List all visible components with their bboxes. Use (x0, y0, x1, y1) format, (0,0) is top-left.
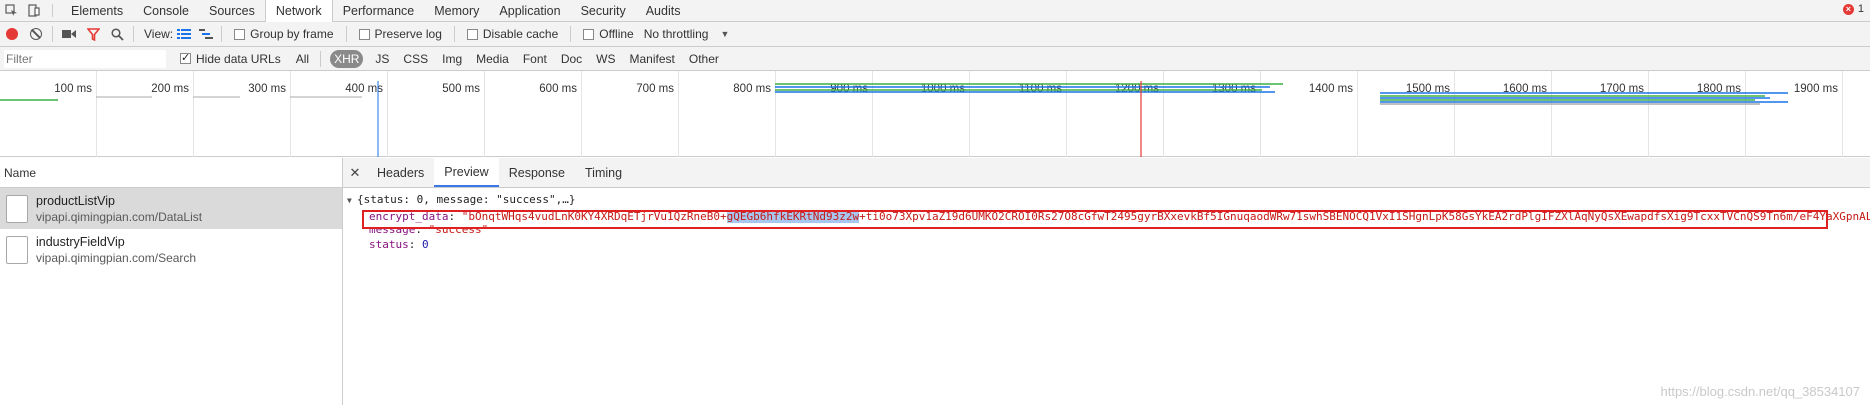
filter-bar: Hide data URLs All XHR JS CSS Img Media … (0, 47, 1870, 71)
detail-tabbar: ✕ Headers Preview Response Timing (343, 158, 1870, 188)
disable-cache-checkbox[interactable]: Disable cache (466, 27, 559, 41)
timeline-overview[interactable]: 100 ms 200 ms 300 ms 400 ms 500 ms 600 m… (0, 71, 1870, 157)
filter-toggle-button[interactable] (81, 22, 105, 47)
tab-application[interactable]: Application (489, 0, 570, 21)
view-label: View: (144, 27, 174, 41)
request-detail-panel: ✕ Headers Preview Response Timing ▼ {stat… (343, 158, 1870, 405)
video-camera-icon (62, 30, 76, 38)
document-icon (6, 194, 28, 223)
disable-cache-label: Disable cache (482, 27, 559, 41)
tab-preview[interactable]: Preview (434, 158, 499, 187)
request-url: vipapi.qimingpian.com/DataList (36, 209, 203, 224)
json-status-line: status: 0 (369, 238, 429, 251)
inspect-element-icon[interactable] (0, 0, 22, 21)
record-button[interactable] (0, 22, 24, 47)
checkbox-box (180, 51, 191, 64)
tab-network[interactable]: Network (264, 0, 333, 22)
filter-type-ws[interactable]: WS (594, 50, 617, 68)
capture-screenshots-button[interactable] (57, 22, 81, 47)
close-icon[interactable]: ✕ (343, 158, 367, 187)
json-root-line[interactable]: ▼ {status: 0, message: "success",…} (347, 192, 1870, 207)
tab-performance[interactable]: Performance (333, 0, 425, 21)
request-row[interactable]: productListVip vipapi.qimingpian.com/Dat… (0, 188, 342, 229)
record-icon (6, 28, 18, 40)
filter-type-js[interactable]: JS (373, 50, 391, 68)
tab-console[interactable]: Console (133, 0, 199, 21)
request-url: vipapi.qimingpian.com/Search (36, 250, 197, 265)
checkbox-box (234, 28, 246, 40)
checkbox-box (466, 28, 478, 40)
highlight-annotation-box (362, 210, 1828, 229)
offline-checkbox[interactable]: Offline (583, 27, 634, 41)
error-icon: × (1842, 3, 1854, 15)
overview-waterfall-icon[interactable] (199, 29, 214, 39)
name-column-header[interactable]: Name (0, 158, 342, 188)
json-key: status (369, 238, 409, 251)
chevron-down-icon[interactable]: ▼ (720, 29, 729, 39)
toolbar-divider (52, 26, 53, 42)
request-row[interactable]: industryFieldVip vipapi.qimingpian.com/S… (0, 229, 342, 270)
filter-type-css[interactable]: CSS (401, 50, 430, 68)
preserve-log-checkbox[interactable]: Preserve log (358, 27, 442, 41)
request-list-panel: Name productListVip vipapi.qimingpian.co… (0, 158, 343, 405)
throttling-select[interactable]: No throttling (644, 27, 709, 41)
filter-type-other[interactable]: Other (687, 50, 721, 68)
filter-type-media[interactable]: Media (474, 50, 511, 68)
device-toolbar-icon[interactable] (22, 0, 44, 21)
filter-type-manifest[interactable]: Manifest (628, 50, 677, 68)
tab-elements[interactable]: Elements (61, 0, 133, 21)
watermark: https://blog.csdn.net/qq_38534107 (1660, 384, 1861, 399)
json-number: 0 (422, 238, 429, 251)
preserve-log-label: Preserve log (374, 27, 442, 41)
filter-type-doc[interactable]: Doc (559, 50, 584, 68)
search-icon (110, 27, 124, 41)
tab-response[interactable]: Response (499, 158, 575, 187)
request-name: productListVip (36, 193, 115, 208)
offline-label: Offline (599, 27, 634, 41)
tab-sources[interactable]: Sources (199, 0, 265, 21)
devtools-tabbar: Elements Console Sources Network Perform… (0, 0, 1870, 22)
toolbar-divider (453, 26, 455, 42)
filter-icon (86, 27, 100, 41)
tab-security[interactable]: Security (571, 0, 636, 21)
group-by-frame-label: Group by frame (250, 27, 334, 41)
expand-triangle-icon[interactable]: ▼ (347, 193, 357, 208)
request-name: industryFieldVip (36, 234, 125, 249)
document-icon (6, 235, 28, 264)
group-by-frame-checkbox[interactable]: Group by frame (234, 27, 334, 41)
filter-type-font[interactable]: Font (521, 50, 549, 68)
large-rows-icon[interactable] (177, 29, 192, 39)
clear-button[interactable] (24, 22, 48, 47)
tab-headers[interactable]: Headers (367, 158, 434, 187)
checkbox-box (583, 28, 595, 40)
filter-type-xhr[interactable]: XHR (330, 49, 364, 68)
search-button[interactable] (105, 22, 129, 47)
checkbox-box (358, 28, 370, 40)
error-count: 1 (1857, 3, 1864, 15)
toolbar-divider (345, 26, 347, 42)
toolbar-divider (52, 4, 53, 17)
hide-data-urls-label: Hide data URLs (196, 51, 281, 66)
toolbar-divider (133, 26, 134, 42)
hide-data-urls-checkbox[interactable]: Hide data URLs (180, 51, 281, 66)
filter-input[interactable] (4, 49, 166, 68)
tab-audits[interactable]: Audits (636, 0, 691, 21)
timeline-waterfall (0, 81, 1788, 157)
toolbar-divider (570, 26, 572, 42)
tab-memory[interactable]: Memory (424, 0, 489, 21)
filter-type-all[interactable]: All (294, 50, 311, 68)
error-counter[interactable]: × 1 (1842, 3, 1864, 15)
filter-type-img[interactable]: Img (440, 50, 464, 68)
toolbar-divider (320, 50, 322, 67)
toolbar-divider (221, 26, 223, 42)
json-summary: {status: 0, message: "success",…} (357, 193, 576, 206)
network-toolbar: View: Group by frame Preserve log Disabl… (0, 22, 1870, 47)
clear-icon (30, 28, 42, 40)
tab-timing[interactable]: Timing (575, 158, 632, 187)
